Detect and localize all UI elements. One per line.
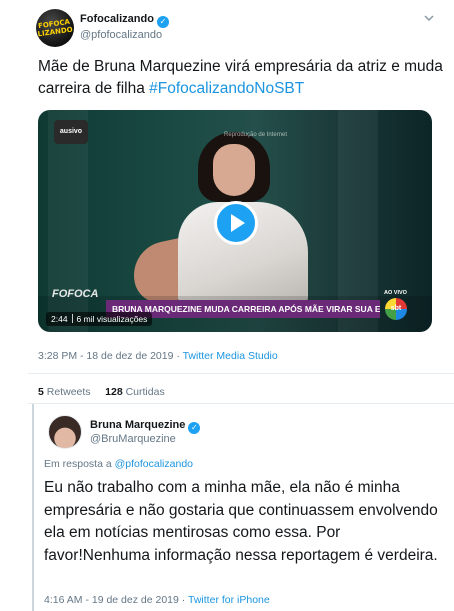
live-label: AO VIVO	[384, 290, 407, 296]
video-figure-face	[213, 144, 255, 196]
sbt-logo: sbt	[385, 298, 407, 320]
reply-mention-link[interactable]: @pfofocalizando	[115, 458, 193, 470]
chevron-down-icon[interactable]	[423, 12, 435, 24]
main-tweet: FOFOCA LIZANDO Fofocalizando ✓ @pfofocali…	[0, 0, 454, 375]
video-watermark: Reprodução de Internet	[224, 132, 288, 138]
fofocalizando-avatar[interactable]: FOFOCA LIZANDO	[36, 9, 74, 47]
video-player[interactable]: ausivo Reprodução de Internet FOFOCA BRU…	[38, 110, 432, 332]
verified-icon: ✓	[156, 16, 169, 28]
retweets-label: Retweets	[46, 386, 91, 398]
channel-badge: ausivo	[54, 120, 88, 144]
reply-tweet: Bruna Marquezine ✓ @BruMarquezine Em resp…	[32, 404, 454, 611]
play-button[interactable]	[214, 201, 258, 245]
meta-separator: ·	[173, 350, 183, 362]
bruna-avatar[interactable]	[48, 415, 82, 449]
retweets-count: 5	[38, 386, 44, 398]
quoted-author-name-text: Bruna Marquezine	[90, 419, 186, 431]
hashtag-link[interactable]: #FofocalizandoNoSBT	[149, 80, 304, 97]
author-name-text: Fofocalizando	[80, 13, 154, 25]
tweet-stats: 5 Retweets 128 Curtidas	[38, 386, 165, 398]
divider	[28, 373, 454, 374]
tweet-text: Mãe de Bruna Marquezine virá empresária …	[38, 56, 448, 100]
author-handle[interactable]: @pfofocalizando	[80, 29, 162, 41]
author-name[interactable]: Fofocalizando ✓	[80, 13, 169, 28]
reply-prefix: Em resposta a	[44, 458, 115, 470]
video-duration: 2:44	[51, 314, 68, 324]
reply-timestamp[interactable]: 4:16 AM - 19 de dez de 2019	[44, 594, 179, 606]
likes-stat[interactable]: 128 Curtidas	[105, 386, 165, 398]
reply-context: Em resposta a @pfofocalizando	[44, 458, 193, 470]
quoted-author-name[interactable]: Bruna Marquezine ✓	[90, 419, 201, 434]
separator	[71, 314, 73, 323]
reply-meta: 4:16 AM - 19 de dez de 2019 · Twitter fo…	[44, 594, 270, 606]
play-icon	[231, 214, 245, 232]
tweet-source[interactable]: Twitter Media Studio	[183, 350, 278, 362]
retweets-stat[interactable]: 5 Retweets	[38, 386, 91, 398]
video-duration-views: 2:44 6 mil visualizações	[46, 312, 153, 326]
meta-separator: ·	[178, 594, 189, 606]
reply-source[interactable]: Twitter for iPhone	[188, 594, 270, 606]
video-views: 6 mil visualizações	[76, 314, 148, 324]
avatar-logo: FOFOCA LIZANDO	[36, 18, 74, 39]
likes-label: Curtidas	[125, 386, 165, 398]
verified-icon: ✓	[188, 422, 201, 434]
likes-count: 128	[105, 386, 123, 398]
reply-text: Eu não trabalho com a minha mãe, ela não…	[44, 479, 438, 564]
tweet-meta: 3:28 PM - 18 de dez de 2019 · Twitter Me…	[38, 350, 278, 362]
tweet-timestamp[interactable]: 3:28 PM - 18 de dez de 2019	[38, 350, 173, 362]
quoted-author-handle[interactable]: @BruMarquezine	[90, 433, 176, 445]
